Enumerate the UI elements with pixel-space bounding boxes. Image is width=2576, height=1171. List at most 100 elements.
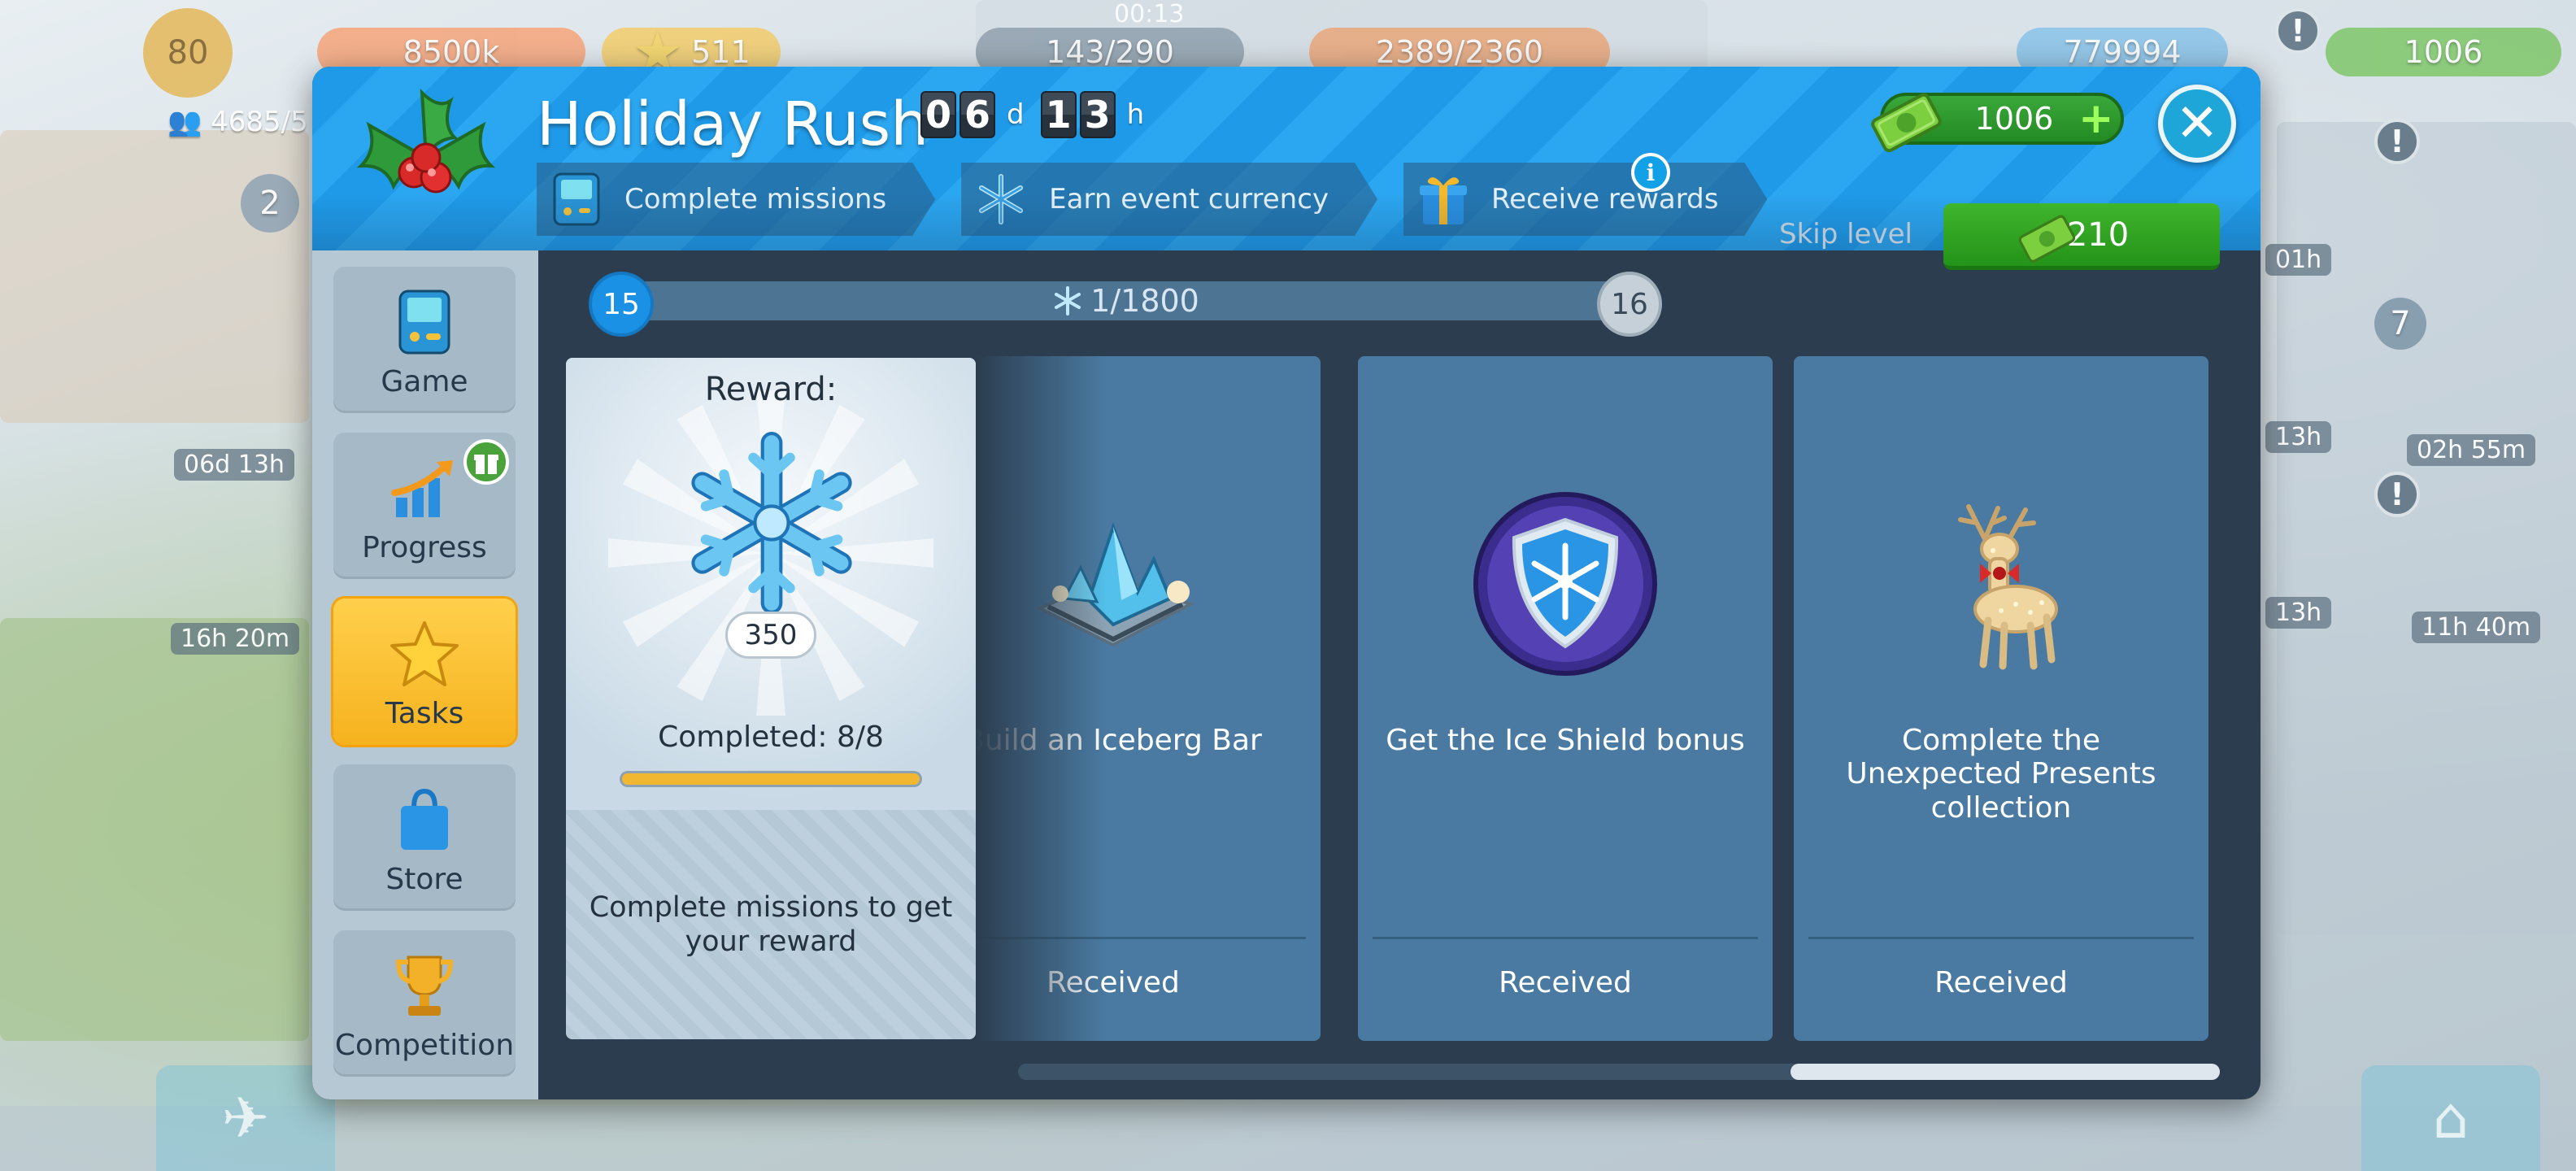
reward-panel: Reward: 350 Completed: 8/8 Complete miss… xyxy=(566,358,976,1039)
level-progress-label: 1/1800 xyxy=(589,281,1662,320)
days-digits: 0 6 xyxy=(920,91,995,138)
task-description: Get the Ice Shield bonus xyxy=(1386,724,1745,757)
right-timer-5: 11h 40m xyxy=(2412,612,2541,643)
radar-badge: 7 xyxy=(2374,298,2426,350)
task-card[interactable]: Complete the Unexpected Presents collect… xyxy=(1794,356,2208,1041)
snowflake-icon xyxy=(691,432,852,614)
star-icon xyxy=(388,617,461,690)
player-level-badge[interactable]: 80 xyxy=(143,8,233,98)
step-earn-currency: Earn event currency xyxy=(961,163,1377,236)
right-timer-4: 13h xyxy=(2265,597,2332,629)
sidebar-item-game[interactable]: Game xyxy=(333,267,516,413)
timer-digit: 0 xyxy=(920,91,956,138)
timer-digit: 3 xyxy=(1079,91,1116,138)
step-receive-rewards: Receive rewards xyxy=(1403,163,1767,236)
task-card[interactable]: Get the Ice Shield bonus Received xyxy=(1358,356,1773,1041)
passengers-value: 143/290 xyxy=(1046,34,1174,70)
alert-icon[interactable]: ! xyxy=(2275,8,2321,54)
event-title: Holiday Rush xyxy=(537,89,929,159)
days-unit: d xyxy=(1007,98,1025,131)
next-level-value: 16 xyxy=(1611,287,1648,321)
skip-level-label: Skip level xyxy=(1779,218,1912,250)
step-label: Receive rewards xyxy=(1491,183,1719,215)
task-divider xyxy=(1808,937,2194,939)
sidebar-item-progress[interactable]: Progress xyxy=(333,433,516,579)
player-level-value: 80 xyxy=(167,34,209,72)
event-steps: Complete missions Earn event currency Re… xyxy=(537,163,1793,236)
step-label: Earn event currency xyxy=(1049,183,1329,215)
next-level-badge: 16 xyxy=(1597,272,1662,337)
gift-icon xyxy=(463,439,509,485)
bg-park xyxy=(0,618,309,1041)
completed-progress-fill xyxy=(622,773,920,785)
ice-shield-icon xyxy=(1358,478,1773,690)
cash-counter-bg[interactable]: 1006 xyxy=(2326,28,2561,76)
info-icon[interactable]: i xyxy=(1631,153,1670,192)
side-timer-1: 06d 13h xyxy=(174,449,294,481)
task-divider xyxy=(976,937,1306,939)
sidebar-item-label: Store xyxy=(385,863,463,896)
population-counter: 👥 4685/5 xyxy=(168,106,308,138)
completed-progress-bar xyxy=(620,771,922,787)
globe-plane-icon: ✈ xyxy=(221,1085,270,1151)
alert-icon[interactable]: ! xyxy=(2374,472,2420,517)
step-label: Complete missions xyxy=(624,183,887,215)
add-cash-icon[interactable]: + xyxy=(2078,98,2114,140)
close-button[interactable]: ✕ xyxy=(2158,85,2236,163)
task-divider xyxy=(1373,937,1758,939)
event-cash-value: 1006 xyxy=(1974,101,2054,137)
hangar-button[interactable]: ⌂ xyxy=(2361,1065,2540,1171)
stars-value: 511 xyxy=(691,34,751,70)
completed-count: Completed: 8/8 xyxy=(658,720,884,754)
wallet-badge: 2 xyxy=(241,174,299,233)
event-sidebar: Game Progress Tasks Store Competition xyxy=(312,250,538,1099)
snowflake-icon xyxy=(974,172,1028,226)
reward-title: Reward: xyxy=(704,371,838,408)
cargo-value: 2389/2360 xyxy=(1375,34,1544,70)
progress-chart-icon xyxy=(388,451,461,525)
hud-clock: 00:13 xyxy=(1114,0,1185,28)
sidebar-item-label: Game xyxy=(381,365,468,398)
coins-value: 8500k xyxy=(402,34,500,70)
sidebar-item-label: Tasks xyxy=(385,697,464,730)
hangar-icon: ⌂ xyxy=(2432,1085,2469,1151)
right-timer-2: 13h xyxy=(2265,421,2332,453)
event-countdown: 0 6 d 1 3 h xyxy=(920,91,1155,138)
world-map-button[interactable]: ✈ xyxy=(156,1065,335,1171)
gift-icon xyxy=(1416,172,1470,226)
alert-icon[interactable]: ! xyxy=(2374,119,2420,164)
bg-ground xyxy=(0,1106,2576,1171)
scrollbar-thumb[interactable] xyxy=(1791,1064,2220,1080)
task-description: Complete the Unexpected Presents collect… xyxy=(1846,724,2156,825)
step-complete-missions: Complete missions xyxy=(537,163,935,236)
level-progress-value: 1/1800 xyxy=(1090,283,1199,319)
task-list[interactable]: Build an Iceberg Bar Received Get the Ic… xyxy=(976,356,2223,1043)
task-list-scrollbar[interactable] xyxy=(1018,1064,2220,1080)
hours-unit: h xyxy=(1126,98,1145,131)
trophy-icon xyxy=(388,949,461,1022)
skip-level-button[interactable]: 210 xyxy=(1943,203,2220,270)
game-console-icon xyxy=(550,172,603,226)
current-level-badge: 15 xyxy=(589,272,654,337)
sidebar-item-store[interactable]: Store xyxy=(333,764,516,911)
timer-digit: 1 xyxy=(1040,91,1077,138)
right-timer-1: 01h xyxy=(2265,244,2332,276)
reindeer-icon xyxy=(1794,478,2208,690)
shopping-bag-icon xyxy=(388,783,461,856)
timer-digit: 6 xyxy=(959,91,995,138)
current-level-value: 15 xyxy=(603,287,640,321)
reward-hint: Complete missions to get your reward xyxy=(566,810,976,1039)
reward-hint-text: Complete missions to get your reward xyxy=(589,891,953,958)
task-status: Received xyxy=(1934,966,2068,999)
sidebar-item-tasks[interactable]: Tasks xyxy=(333,599,516,745)
iceberg-bar-icon xyxy=(976,478,1321,690)
sidebar-item-competition[interactable]: Competition xyxy=(333,930,516,1077)
task-card[interactable]: Build an Iceberg Bar Received xyxy=(976,356,1321,1041)
event-cash-counter[interactable]: 1006 + xyxy=(1871,93,2124,153)
sidebar-item-label: Competition xyxy=(334,1029,515,1062)
side-timer-2: 16h 20m xyxy=(171,623,300,655)
radar-badge-value: 7 xyxy=(2390,305,2411,342)
people-icon: 👥 xyxy=(168,106,211,138)
game-console-icon xyxy=(388,285,461,359)
sidebar-item-label: Progress xyxy=(362,531,487,564)
